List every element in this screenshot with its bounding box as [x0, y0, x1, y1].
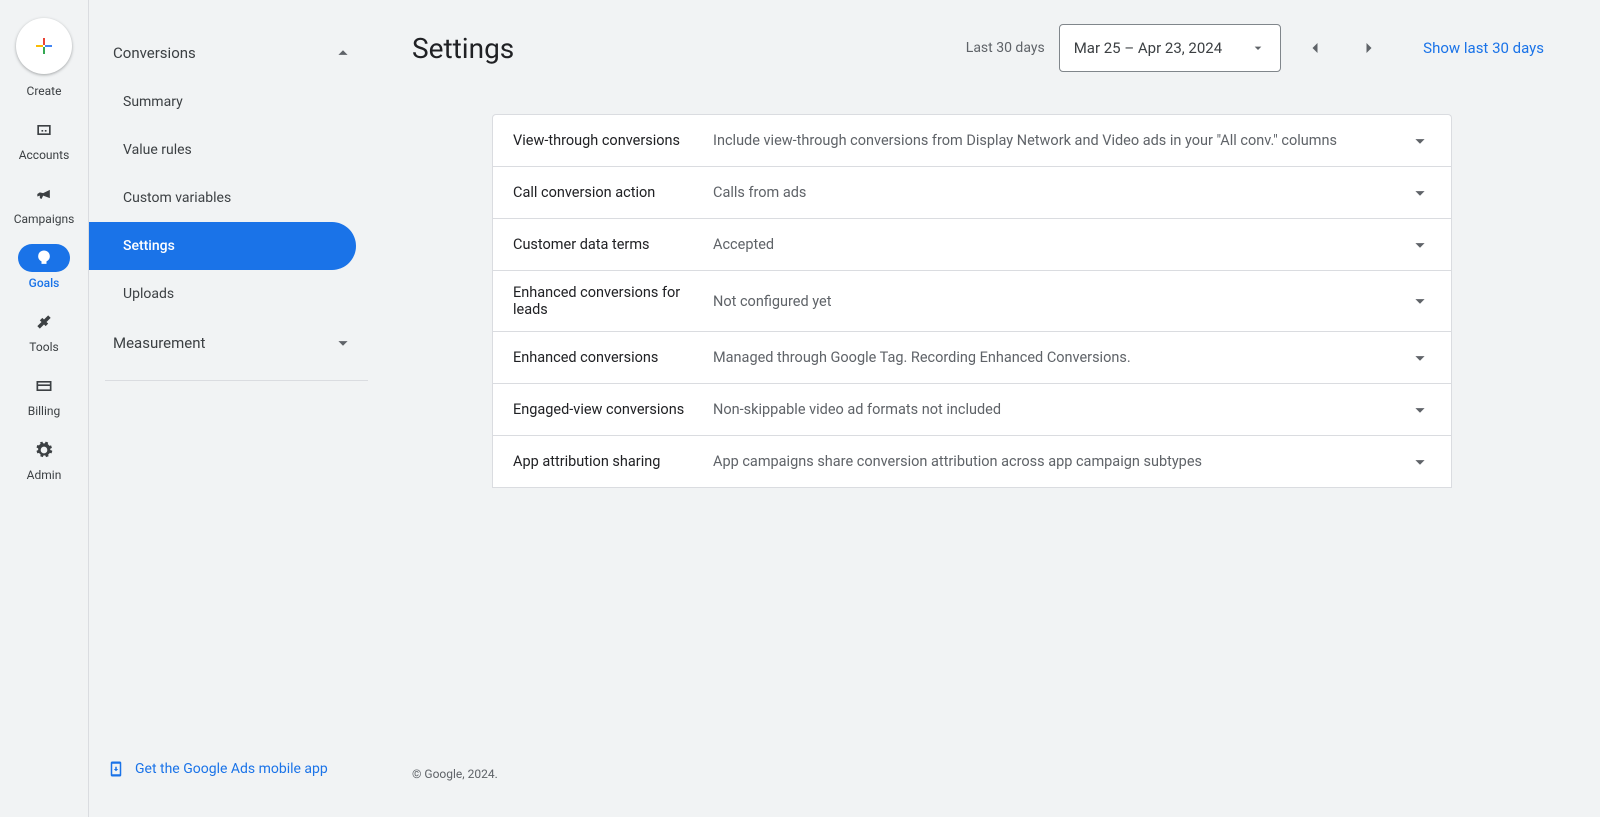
- settings-row-label: View-through conversions: [513, 132, 713, 149]
- rail-label: Goals: [29, 276, 60, 290]
- sidebar-section-label: Measurement: [113, 334, 205, 352]
- sidebar-item-summary[interactable]: Summary: [89, 78, 356, 126]
- settings-row-value: Non-skippable video ad formats not inclu…: [713, 401, 1409, 418]
- chevron-down-icon: [1409, 347, 1431, 369]
- settings-row-label: Engaged-view conversions: [513, 401, 713, 418]
- accounts-icon: [18, 116, 70, 144]
- rail-item-campaigns[interactable]: Campaigns: [0, 180, 88, 226]
- settings-row-call-conversion[interactable]: Call conversion action Calls from ads: [493, 167, 1451, 219]
- settings-row-value: Calls from ads: [713, 184, 1409, 201]
- sidebar-item-value-rules[interactable]: Value rules: [89, 126, 356, 174]
- rail-label: Tools: [29, 340, 58, 354]
- date-range-picker[interactable]: Mar 25 – Apr 23, 2024: [1059, 24, 1281, 72]
- settings-row-label: Enhanced conversions: [513, 349, 713, 366]
- rail-item-admin[interactable]: Admin: [0, 436, 88, 482]
- settings-table: View-through conversions Include view-th…: [492, 114, 1452, 488]
- rail-label: Billing: [28, 404, 61, 418]
- goals-icon: [18, 244, 70, 272]
- settings-row-value: Not configured yet: [713, 293, 1409, 310]
- sidebar-item-custom-variables[interactable]: Custom variables: [89, 174, 356, 222]
- sidebar-item-label: Uploads: [123, 286, 174, 302]
- settings-row-enhanced-leads[interactable]: Enhanced conversions for leads Not confi…: [493, 271, 1451, 332]
- settings-row-customer-data[interactable]: Customer data terms Accepted: [493, 219, 1451, 271]
- settings-row-label: Customer data terms: [513, 236, 713, 253]
- rail-item-accounts[interactable]: Accounts: [0, 116, 88, 162]
- main-content: Settings Last 30 days Mar 25 – Apr 23, 2…: [384, 0, 1600, 817]
- settings-row-value: App campaigns share conversion attributi…: [713, 453, 1409, 470]
- chevron-left-icon: [1305, 38, 1325, 58]
- page-title: Settings: [412, 32, 514, 65]
- chevron-down-icon: [1409, 234, 1431, 256]
- sidebar-item-label: Summary: [123, 94, 183, 110]
- chevron-down-icon: [1409, 290, 1431, 312]
- campaigns-icon: [18, 180, 70, 208]
- sidebar-section-measurement[interactable]: Measurement: [89, 318, 384, 368]
- rail-label: Accounts: [19, 148, 70, 162]
- sidebar-item-label: Value rules: [123, 142, 192, 158]
- header-row: Settings Last 30 days Mar 25 – Apr 23, 2…: [412, 24, 1544, 72]
- tools-icon: [18, 308, 70, 336]
- chevron-down-icon: [1409, 130, 1431, 152]
- chevron-up-icon: [332, 42, 354, 64]
- chevron-down-icon: [332, 332, 354, 354]
- settings-row-label: Enhanced conversions for leads: [513, 284, 713, 318]
- date-range-value: Mar 25 – Apr 23, 2024: [1074, 39, 1222, 57]
- date-controls: Last 30 days Mar 25 – Apr 23, 2024 Show …: [966, 24, 1544, 72]
- create-button[interactable]: [16, 18, 72, 74]
- sidebar-item-label: Custom variables: [123, 190, 231, 206]
- sidebar-section-label: Conversions: [113, 44, 196, 62]
- left-rail: Create Accounts Campaigns Goals Tools Bi…: [0, 0, 89, 817]
- settings-row-value: Accepted: [713, 236, 1409, 253]
- chevron-down-icon: [1409, 451, 1431, 473]
- create-label: Create: [27, 84, 62, 98]
- sidebar-item-uploads[interactable]: Uploads: [89, 270, 356, 318]
- settings-row-app-attribution[interactable]: App attribution sharing App campaigns sh…: [493, 436, 1451, 488]
- divider: [105, 380, 368, 381]
- settings-row-label: Call conversion action: [513, 184, 713, 201]
- settings-row-label: App attribution sharing: [513, 453, 713, 470]
- sidebar-item-label: Settings: [123, 238, 175, 254]
- show-last-link[interactable]: Show last 30 days: [1423, 39, 1544, 57]
- billing-icon: [18, 372, 70, 400]
- chevron-down-icon: [1409, 182, 1431, 204]
- rail-item-billing[interactable]: Billing: [0, 372, 88, 418]
- rail-item-goals[interactable]: Goals: [0, 244, 88, 290]
- date-next-button[interactable]: [1349, 28, 1389, 68]
- mobile-icon: [107, 757, 125, 781]
- copyright: © Google, 2024.: [412, 767, 498, 781]
- rail-item-tools[interactable]: Tools: [0, 308, 88, 354]
- settings-row-value: Managed through Google Tag. Recording En…: [713, 349, 1409, 366]
- mobile-app-label: Get the Google Ads mobile app: [135, 761, 328, 777]
- date-prev-button[interactable]: [1295, 28, 1335, 68]
- settings-row-value: Include view-through conversions from Di…: [713, 132, 1409, 149]
- mobile-app-link[interactable]: Get the Google Ads mobile app: [107, 757, 328, 781]
- date-range-label: Last 30 days: [966, 40, 1045, 56]
- settings-row-engaged-view[interactable]: Engaged-view conversions Non-skippable v…: [493, 384, 1451, 436]
- rail-label: Admin: [27, 468, 62, 482]
- rail-label: Campaigns: [14, 212, 75, 226]
- sidebar: Conversions Summary Value rules Custom v…: [89, 0, 384, 817]
- dropdown-icon: [1250, 40, 1266, 56]
- chevron-right-icon: [1359, 38, 1379, 58]
- chevron-down-icon: [1409, 399, 1431, 421]
- settings-row-view-through[interactable]: View-through conversions Include view-th…: [493, 115, 1451, 167]
- settings-row-enhanced-conversions[interactable]: Enhanced conversions Managed through Goo…: [493, 332, 1451, 384]
- plus-icon: [32, 34, 56, 58]
- admin-icon: [18, 436, 70, 464]
- sidebar-section-conversions[interactable]: Conversions: [89, 28, 384, 78]
- sidebar-item-settings[interactable]: Settings: [89, 222, 356, 270]
